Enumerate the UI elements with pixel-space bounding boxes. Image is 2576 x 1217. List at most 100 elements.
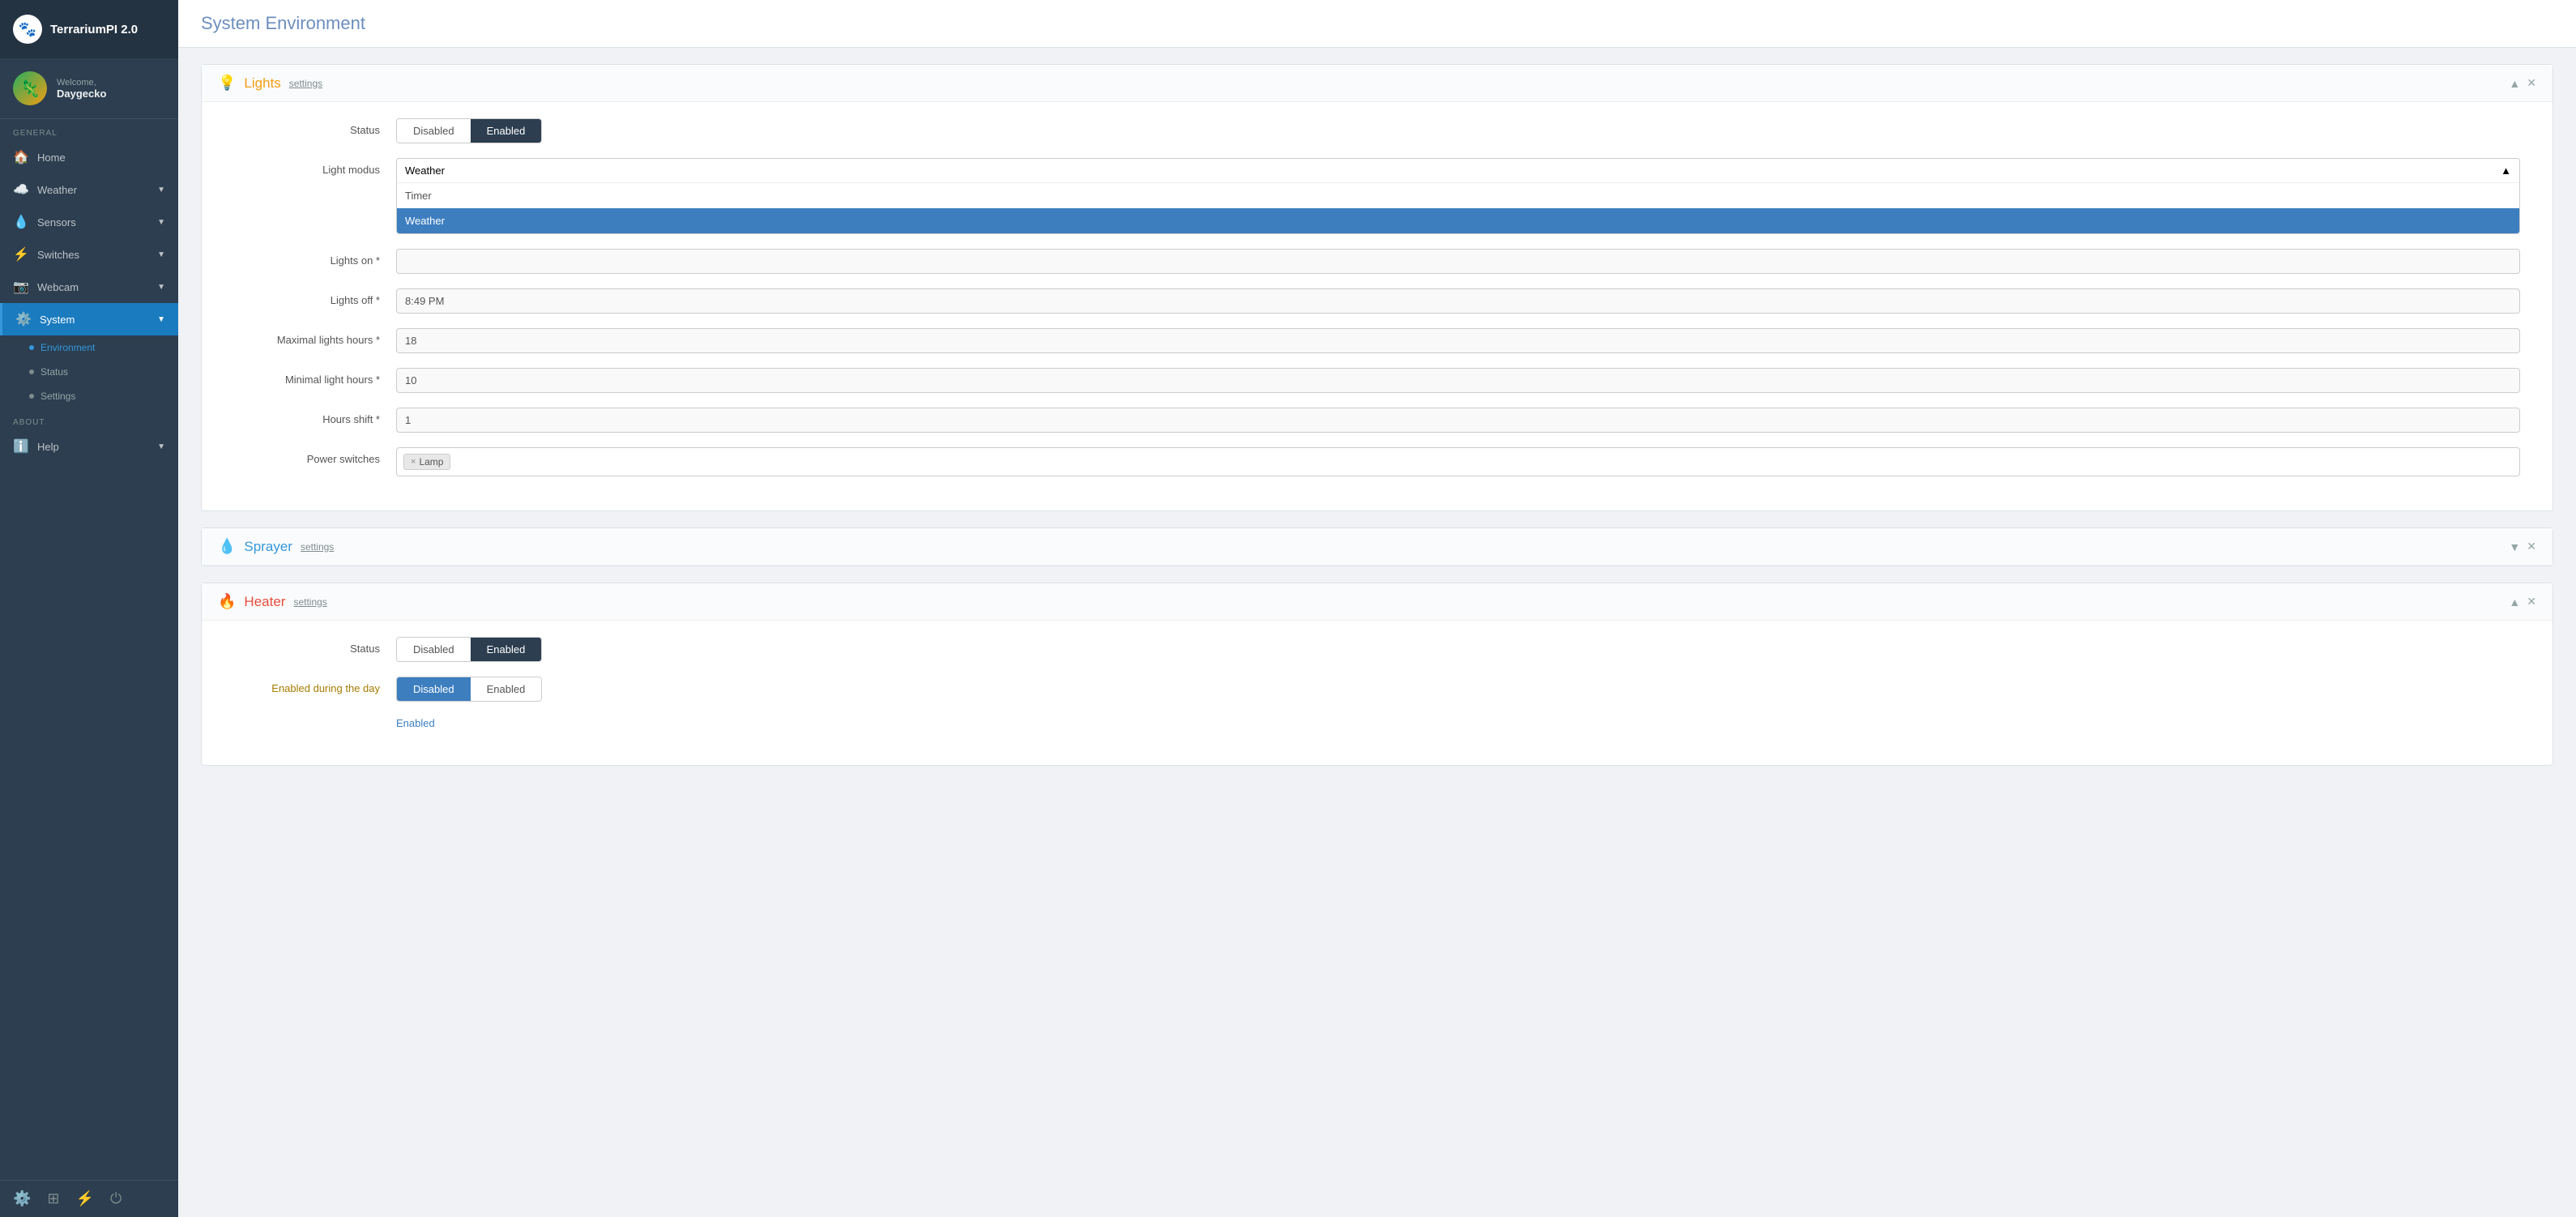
sprayer-settings-link[interactable]: settings — [301, 541, 334, 553]
sidebar-item-switches[interactable]: ⚡ Switches ▼ — [0, 238, 178, 271]
app-logo: 🐾 — [13, 15, 42, 44]
power-icon[interactable]: ⚡ — [76, 1190, 94, 1207]
lights-on-row: Lights on * — [234, 249, 2520, 274]
sidebar-item-weather[interactable]: ☁️ Weather ▼ — [0, 173, 178, 206]
dot-icon — [29, 345, 34, 350]
sprayer-close-button[interactable]: ✕ — [2527, 540, 2536, 553]
sidebar-item-home[interactable]: 🏠 Home — [0, 141, 178, 173]
lights-hours-shift-control — [396, 408, 2520, 433]
lights-modus-row: Light modus Weather ▲ Timer Weather — [234, 158, 2520, 234]
lights-modus-dropdown[interactable]: Weather ▲ Timer Weather — [396, 158, 2520, 234]
sidebar-subitem-settings-label: Settings — [41, 391, 75, 402]
home-icon: 🏠 — [13, 149, 29, 165]
lights-modus-option-weather[interactable]: Weather — [397, 208, 2519, 233]
lights-off-control — [396, 288, 2520, 314]
sidebar-item-system[interactable]: ⚙️ System ▼ — [0, 303, 178, 335]
heater-status-toggle: Disabled Enabled — [396, 637, 542, 662]
sidebar-subitem-status-label: Status — [41, 366, 68, 378]
lights-collapse-up-button[interactable]: ▲ — [2509, 76, 2520, 90]
sidebar: 🐾 TerrariumPI 2.0 🦎 Welcome, Daygecko GE… — [0, 0, 178, 1217]
lights-hours-shift-input[interactable] — [396, 408, 2520, 433]
heater-badge-spacer — [234, 716, 396, 722]
heater-enabled-button[interactable]: Enabled — [471, 638, 542, 661]
heater-badge-control: Enabled — [396, 716, 2520, 731]
sprayer-title-group: 💧 Sprayer settings — [218, 538, 334, 555]
heater-title-group: 🔥 Heater settings — [218, 593, 327, 610]
heater-day-control: Disabled Enabled — [396, 677, 2520, 702]
sidebar-item-webcam[interactable]: 📷 Webcam ▼ — [0, 271, 178, 303]
content-area: 💡 Lights settings ▲ ✕ Status Disabled — [178, 48, 2576, 798]
sidebar-item-webcam-label: Webcam — [37, 281, 79, 293]
sprayer-collapse-down-button[interactable]: ▼ — [2509, 540, 2520, 553]
sensors-icon: 💧 — [13, 214, 29, 230]
heater-collapse-up-button[interactable]: ▲ — [2509, 595, 2520, 608]
heater-settings-link[interactable]: settings — [293, 596, 326, 608]
app-logo-icon: 🐾 — [19, 21, 36, 38]
chevron-down-icon: ▼ — [157, 186, 165, 194]
heater-flame-icon: 🔥 — [218, 593, 236, 610]
lights-title-group: 💡 Lights settings — [218, 75, 322, 92]
sidebar-item-sensors[interactable]: 💧 Sensors ▼ — [0, 206, 178, 238]
lights-off-input[interactable] — [396, 288, 2520, 314]
sidebar-item-help-label: Help — [37, 441, 59, 453]
lights-section-controls: ▲ ✕ — [2509, 76, 2536, 90]
lights-power-switches-row: Power switches × Lamp — [234, 447, 2520, 476]
sidebar-subitem-environment-label: Environment — [41, 342, 95, 353]
lights-section-header: 💡 Lights settings ▲ ✕ — [202, 65, 2553, 102]
welcome-text: Welcome, — [57, 78, 106, 88]
lights-status-control: Disabled Enabled — [396, 118, 2520, 143]
avatar: 🦎 — [13, 71, 47, 105]
heater-close-button[interactable]: ✕ — [2527, 595, 2536, 608]
general-label: GENERAL — [0, 119, 178, 141]
sidebar-item-system-label: System — [40, 314, 75, 326]
heater-section-body: Status Disabled Enabled Enabled during t… — [202, 621, 2553, 765]
system-icon: ⚙️ — [15, 311, 32, 327]
lights-modus-option-timer[interactable]: Timer — [397, 183, 2519, 208]
lights-section: 💡 Lights settings ▲ ✕ Status Disabled — [201, 64, 2553, 511]
main-content: System Environment 💡 Lights settings ▲ ✕… — [178, 0, 2576, 1217]
tag-lamp-label: Lamp — [419, 456, 443, 468]
lights-max-hours-input[interactable] — [396, 328, 2520, 353]
lights-modus-dropdown-list: Timer Weather — [397, 183, 2519, 233]
sidebar-subitem-settings[interactable]: Settings — [0, 384, 178, 408]
lights-enabled-button[interactable]: Enabled — [471, 119, 542, 143]
sidebar-subitem-status[interactable]: Status — [0, 360, 178, 384]
avatar-emoji: 🦎 — [20, 79, 41, 99]
heater-title: Heater — [244, 594, 285, 610]
sidebar-item-help[interactable]: ℹ️ Help ▼ — [0, 430, 178, 463]
sidebar-item-switches-label: Switches — [37, 249, 79, 261]
lights-disabled-button[interactable]: Disabled — [397, 119, 471, 143]
lights-min-hours-input[interactable] — [396, 368, 2520, 393]
heater-enabled-badge: Enabled — [396, 717, 435, 729]
sidebar-footer: ⚙️ ⊞ ⚡ ⏻ — [0, 1180, 178, 1217]
heater-disabled-button[interactable]: Disabled — [397, 638, 471, 661]
app-title: TerrariumPI 2.0 — [50, 23, 138, 36]
lights-modus-dropdown-header[interactable]: Weather ▲ — [397, 159, 2519, 183]
sprayer-section: 💧 Sprayer settings ▼ ✕ — [201, 527, 2553, 566]
sidebar-item-weather-label: Weather — [37, 184, 77, 196]
heater-section-controls: ▲ ✕ — [2509, 595, 2536, 608]
sprayer-title: Sprayer — [244, 539, 292, 555]
heater-day-row: Enabled during the day Disabled Enabled — [234, 677, 2520, 702]
heater-section: 🔥 Heater settings ▲ ✕ Status Disabled — [201, 583, 2553, 766]
lights-close-button[interactable]: ✕ — [2527, 76, 2536, 90]
lights-max-hours-row: Maximal lights hours * — [234, 328, 2520, 353]
lights-power-switches-control: × Lamp — [396, 447, 2520, 476]
heater-status-row: Status Disabled Enabled — [234, 637, 2520, 662]
shutdown-icon[interactable]: ⏻ — [110, 1190, 122, 1207]
chevron-down-icon: ▼ — [157, 315, 165, 324]
tag-remove-icon[interactable]: × — [411, 457, 416, 467]
chevron-down-icon: ▼ — [157, 218, 165, 227]
sidebar-item-home-label: Home — [37, 152, 66, 164]
lights-settings-link[interactable]: settings — [289, 78, 322, 89]
settings-footer-icon[interactable]: ⚙️ — [13, 1190, 31, 1207]
username: Daygecko — [57, 88, 106, 100]
fullscreen-icon[interactable]: ⊞ — [47, 1190, 59, 1207]
lights-off-row: Lights off * — [234, 288, 2520, 314]
heater-day-disabled-button[interactable]: Disabled — [397, 677, 471, 701]
lights-modus-control: Weather ▲ Timer Weather — [396, 158, 2520, 234]
lights-on-input[interactable] — [396, 249, 2520, 274]
lights-power-switches-tags[interactable]: × Lamp — [396, 447, 2520, 476]
heater-day-enabled-button[interactable]: Enabled — [471, 677, 542, 701]
sidebar-subitem-environment[interactable]: Environment — [0, 335, 178, 360]
